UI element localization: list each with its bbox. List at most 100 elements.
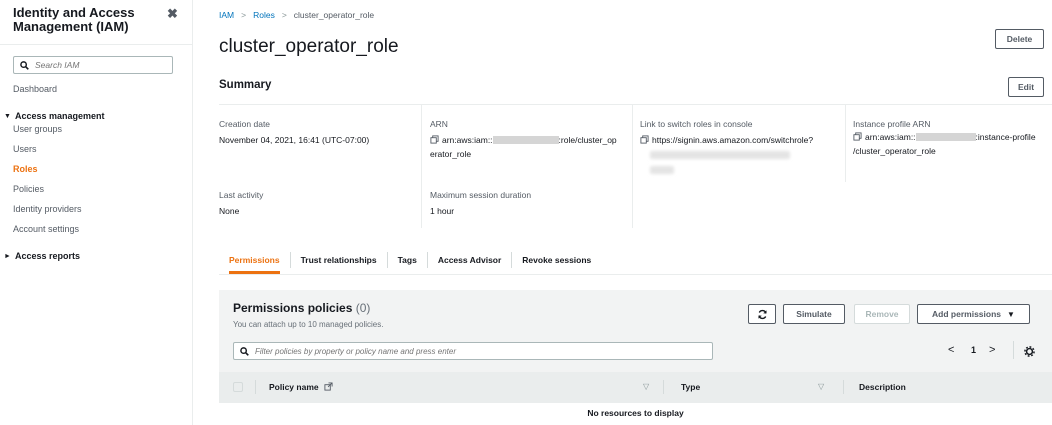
table-header: Policy name ▽ Type ▽ Description	[219, 372, 1052, 403]
caret-down-icon: ▼	[4, 112, 11, 120]
permissions-title: Permissions policies (0)	[233, 301, 370, 315]
empty-message: No resources to display	[587, 408, 684, 418]
sidebar-item-account-settings[interactable]: Account settings	[13, 224, 79, 234]
add-permissions-label: Add permissions	[932, 309, 1002, 319]
arn-prefix: arn:aws:iam::	[442, 135, 493, 145]
search-icon	[240, 346, 249, 356]
external-link-icon	[324, 382, 333, 391]
max-session-value: 1 hour	[430, 206, 455, 216]
arn-value: arn:aws:iam:::role/cluster_op erator_rol…	[430, 133, 630, 161]
prev-page-icon[interactable]: <	[948, 344, 954, 356]
edit-button[interactable]: Edit	[1008, 77, 1044, 97]
pager-divider	[1013, 341, 1014, 359]
instance-profile-value: arn:aws:iam:::instance-profile /cluster_…	[853, 130, 1052, 158]
refresh-button[interactable]	[748, 304, 776, 324]
copy-icon[interactable]	[853, 132, 862, 141]
column-policy-name[interactable]: Policy name	[269, 382, 333, 392]
arn-suffix: :role/cluster_op	[558, 135, 617, 145]
column-type[interactable]: Type	[681, 382, 700, 392]
blurred-url-line	[650, 166, 674, 174]
remove-button[interactable]: Remove	[854, 304, 910, 324]
sidebar-item-dashboard[interactable]: Dashboard	[13, 84, 57, 94]
page-title: cluster_operator_role	[219, 36, 399, 57]
caret-down-icon: ▼	[1007, 309, 1015, 319]
sidebar-section-access-reports[interactable]: ► Access reports	[4, 251, 80, 261]
creation-date-label: Creation date	[219, 119, 271, 129]
caret-right-icon: ►	[4, 252, 11, 260]
column-separator	[843, 380, 844, 394]
breadcrumb: IAM > Roles > cluster_operator_role	[219, 10, 374, 20]
switch-role-link[interactable]: https://signin.aws.amazon.com/switchrole…	[640, 133, 845, 147]
last-activity-value: None	[219, 206, 240, 216]
blurred-url-line	[650, 151, 790, 159]
filter-input[interactable]	[255, 346, 695, 356]
select-all-checkbox[interactable]	[233, 382, 243, 392]
sidebar: Identity and Access Management (IAM) ✖ D…	[0, 0, 193, 425]
column-separator	[663, 380, 664, 394]
tab-underline	[219, 274, 1052, 275]
column-divider	[845, 104, 846, 182]
arn-line2: erator_role	[430, 149, 472, 159]
sidebar-item-policies[interactable]: Policies	[13, 184, 44, 194]
breadcrumb-current: cluster_operator_role	[293, 10, 375, 20]
column-policy-name-label: Policy name	[269, 382, 319, 392]
add-permissions-button[interactable]: Add permissions ▼	[917, 304, 1030, 324]
sidebar-item-identity-providers[interactable]: Identity providers	[13, 204, 82, 214]
tab-tags[interactable]: Tags	[388, 246, 427, 274]
sidebar-divider	[0, 44, 192, 45]
search-icon	[20, 60, 29, 70]
sidebar-search[interactable]	[13, 56, 173, 74]
instance-prefix: arn:aws:iam::	[865, 132, 916, 142]
close-icon[interactable]: ✖	[167, 6, 178, 22]
permissions-title-text: Permissions policies	[233, 301, 353, 315]
instance-suffix: :instance-profile	[975, 132, 1036, 142]
redacted-account-id	[915, 133, 976, 141]
switch-role-label: Link to switch roles in console	[640, 119, 753, 129]
sort-down-icon[interactable]: ▽	[643, 382, 649, 391]
tab-trust-relationships[interactable]: Trust relationships	[291, 246, 387, 274]
search-input[interactable]	[35, 60, 155, 70]
switch-role-url[interactable]: https://signin.aws.amazon.com/switchrole…	[652, 135, 813, 145]
main-content: IAM > Roles > cluster_operator_role clus…	[193, 0, 1052, 425]
copy-icon[interactable]	[640, 135, 649, 144]
sidebar-section-label: Access reports	[15, 251, 81, 261]
redacted-account-id	[492, 136, 559, 144]
column-description[interactable]: Description	[859, 382, 906, 392]
column-separator	[255, 380, 256, 394]
sidebar-item-users[interactable]: Users	[13, 144, 37, 154]
arn-label: ARN	[430, 119, 448, 129]
gear-icon[interactable]	[1024, 346, 1035, 357]
copy-icon[interactable]	[430, 135, 439, 144]
sidebar-item-user-groups[interactable]: User groups	[13, 124, 62, 134]
filter-box[interactable]	[233, 342, 713, 360]
delete-button[interactable]: Delete	[995, 29, 1044, 49]
next-page-icon[interactable]: >	[989, 344, 995, 356]
summary-divider	[219, 104, 1052, 105]
column-divider	[421, 104, 422, 228]
tab-permissions[interactable]: Permissions	[219, 246, 290, 274]
max-session-label: Maximum session duration	[430, 190, 532, 200]
creation-date-value: November 04, 2021, 16:41 (UTC-07:00)	[219, 135, 370, 145]
tab-revoke-sessions[interactable]: Revoke sessions	[512, 246, 601, 274]
column-divider	[632, 104, 633, 228]
chevron-right-icon: >	[281, 10, 287, 20]
instance-profile-label: Instance profile ARN	[853, 119, 931, 129]
permissions-panel: Permissions policies (0) You can attach …	[219, 290, 1052, 425]
breadcrumb-iam[interactable]: IAM	[219, 10, 234, 20]
summary-heading: Summary	[219, 79, 272, 91]
sort-down-icon[interactable]: ▽	[818, 382, 824, 391]
instance-line2: /cluster_operator_role	[853, 146, 936, 156]
breadcrumb-roles[interactable]: Roles	[253, 10, 275, 20]
simulate-button[interactable]: Simulate	[783, 304, 845, 324]
permissions-subtitle: You can attach up to 10 managed policies…	[233, 320, 384, 329]
permissions-count: (0)	[355, 301, 371, 315]
chevron-right-icon: >	[241, 10, 247, 20]
tab-access-advisor[interactable]: Access Advisor	[428, 246, 511, 274]
sidebar-section-label: Access management	[15, 111, 105, 121]
page-number[interactable]: 1	[971, 345, 976, 355]
sidebar-section-access-management[interactable]: ▼ Access management	[4, 111, 105, 121]
last-activity-label: Last activity	[219, 190, 264, 200]
sidebar-item-roles[interactable]: Roles	[13, 164, 38, 174]
tab-bar: Permissions Trust relationships Tags Acc…	[219, 246, 601, 274]
table-body: No resources to display	[219, 403, 1052, 425]
